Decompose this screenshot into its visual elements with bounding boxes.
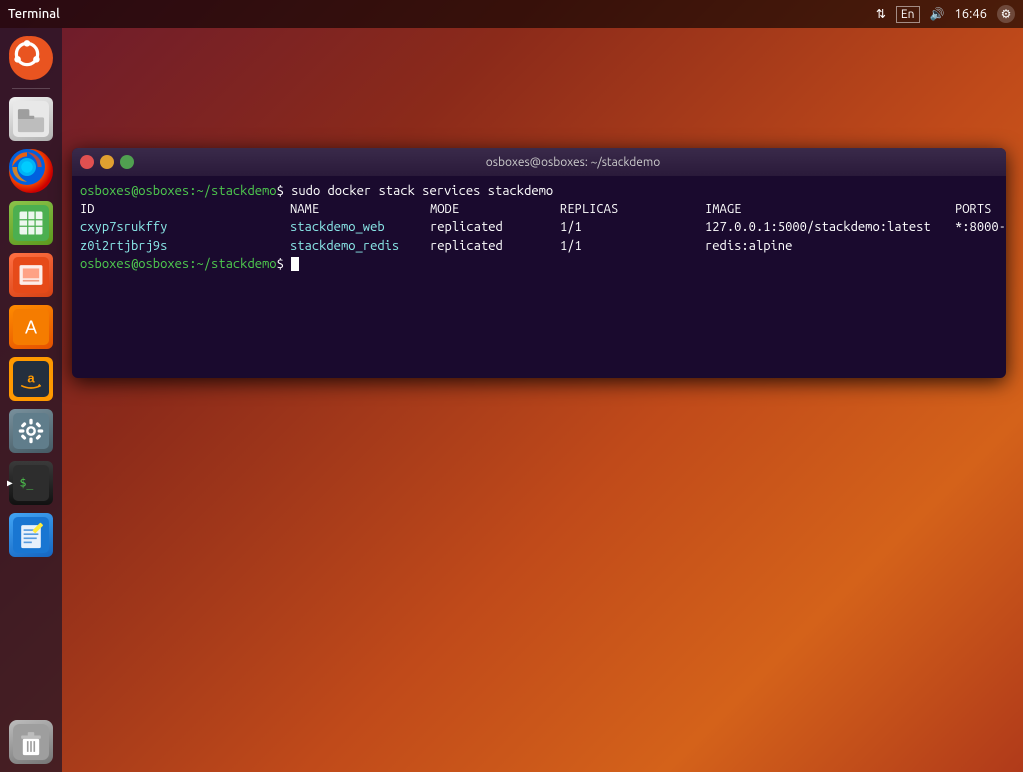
prompt-dollar: $ <box>277 257 292 271</box>
dock-item-files[interactable] <box>7 95 55 143</box>
trash-icon <box>9 720 53 764</box>
row1-id: cxyp7srukffy <box>80 218 290 236</box>
terminal-dock-icon: $_ <box>9 461 53 505</box>
terminal-cursor <box>291 257 299 271</box>
firefox-icon <box>9 149 53 193</box>
terminal-command: $ sudo docker stack services stackdemo <box>277 184 554 198</box>
window-minimize-button[interactable] <box>100 155 114 169</box>
files-icon <box>9 97 53 141</box>
header-id: ID <box>80 200 290 218</box>
language-indicator[interactable]: En <box>896 6 920 23</box>
svg-text:a: a <box>27 370 35 385</box>
window-close-button[interactable] <box>80 155 94 169</box>
terminal-row2: z0i2rtjbrj9sstackdemo_redisreplicated1/1… <box>80 237 998 255</box>
svg-text:$_: $_ <box>20 475 34 489</box>
row1-ports: *:8000->8000/tcp <box>955 220 1006 234</box>
amazon-icon: a <box>9 357 53 401</box>
window-maximize-button[interactable] <box>120 155 134 169</box>
row1-image: 127.0.0.1:5000/stackdemo:latest <box>705 218 955 236</box>
softcenter-icon: A <box>9 305 53 349</box>
settings-dock-icon <box>9 409 53 453</box>
row2-mode: replicated <box>430 237 560 255</box>
terminal-prompt2-line: osboxes@osboxes:~/stackdemo$ <box>80 255 998 273</box>
calc-icon <box>9 201 53 245</box>
dock-item-calc[interactable] <box>7 199 55 247</box>
prompt-green-2: osboxes@osboxes:~/stackdemo <box>80 257 277 271</box>
header-name: NAME <box>290 200 430 218</box>
header-replicas: REPLICAS <box>560 200 705 218</box>
row1-mode: replicated <box>430 218 560 236</box>
row2-image: redis:alpine <box>705 239 792 253</box>
clock: 16:46 <box>954 7 987 21</box>
terminal-command-line: osboxes@osboxes:~/stackdemo$ sudo docker… <box>80 182 998 200</box>
top-bar-left: Terminal <box>8 7 60 21</box>
row2-id: z0i2rtjbrj9s <box>80 237 290 255</box>
terminal-window: osboxes@osboxes: ~/stackdemo osboxes@osb… <box>72 148 1006 378</box>
row2-name: stackdemo_redis <box>290 237 430 255</box>
terminal-header-row: IDNAMEMODEREPLICASIMAGEPORTS <box>80 200 998 218</box>
header-image: IMAGE <box>705 200 955 218</box>
dock-item-trash[interactable] <box>7 718 55 766</box>
dock-item-softcenter[interactable]: A <box>7 303 55 351</box>
dock: A a <box>0 28 62 772</box>
top-bar-right: ⇅ En 🔊 16:46 ⚙ <box>876 5 1015 23</box>
settings-icon[interactable]: ⚙ <box>997 5 1015 23</box>
dock-item-impress[interactable] <box>7 251 55 299</box>
sound-icon[interactable]: 🔊 <box>930 7 945 21</box>
top-bar-title: Terminal <box>8 7 60 21</box>
header-mode: MODE <box>430 200 560 218</box>
row2-replicas: 1/1 <box>560 237 705 255</box>
dock-item-amazon[interactable]: a <box>7 355 55 403</box>
header-ports: PORTS <box>955 202 991 216</box>
arrows-icon: ⇅ <box>876 7 886 21</box>
dock-separator-1 <box>12 88 50 89</box>
dock-item-text[interactable] <box>7 511 55 559</box>
terminal-titlebar: osboxes@osboxes: ~/stackdemo <box>72 148 1006 176</box>
top-bar: Terminal ⇅ En 🔊 16:46 ⚙ <box>0 0 1023 28</box>
terminal-body[interactable]: osboxes@osboxes:~/stackdemo$ sudo docker… <box>72 176 1006 378</box>
prompt-green-1: osboxes@osboxes:~/stackdemo <box>80 184 277 198</box>
dock-item-settings[interactable] <box>7 407 55 455</box>
impress-icon <box>9 253 53 297</box>
row1-name: stackdemo_web <box>290 218 430 236</box>
dock-item-firefox[interactable] <box>7 147 55 195</box>
ubuntu-icon <box>9 36 53 80</box>
row1-replicas: 1/1 <box>560 218 705 236</box>
terminal-row1: cxyp7srukffystackdemo_webreplicated1/112… <box>80 218 998 236</box>
terminal-window-title: osboxes@osboxes: ~/stackdemo <box>148 156 998 169</box>
text-icon <box>9 513 53 557</box>
dock-item-terminal[interactable]: $_ <box>7 459 55 507</box>
svg-text:A: A <box>25 318 37 338</box>
dock-item-ubuntu[interactable] <box>7 34 55 82</box>
